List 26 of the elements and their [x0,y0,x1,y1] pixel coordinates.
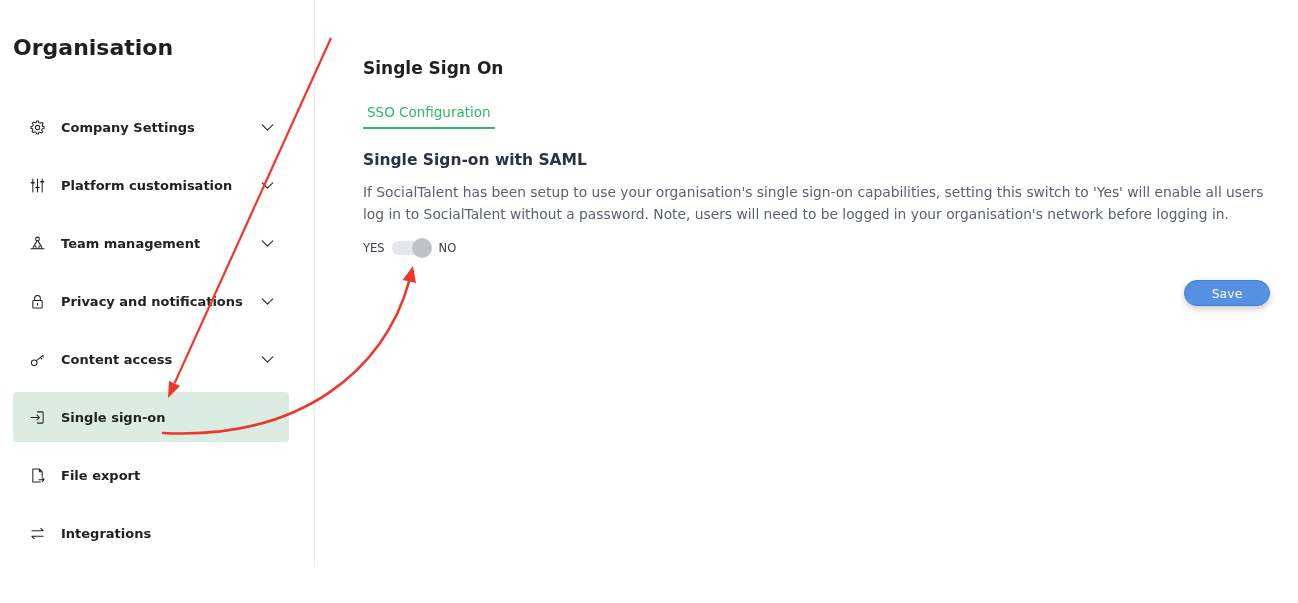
chevron-icon [261,355,274,363]
document-icon [30,467,45,483]
chevron-icon [261,239,274,247]
sidebar-item[interactable]: Team management [13,218,289,268]
sliders-icon [30,177,45,193]
page-title: Single Sign On [363,57,504,79]
sidebar-item[interactable]: Content access [13,334,289,384]
chevron-icon [261,181,274,189]
no-label: NO [438,240,457,257]
swap-arrows-icon [30,525,45,541]
chevron-icon [261,297,274,305]
yes-label: YES [363,240,385,257]
description-text: If SocialTalent has been setup to use your organisation's single sign-on capabilities, setting this switch to 'Yes' will enable all users log in to SocialTalent without a password. Note, users will need to be logged in your organisation's network before logging in. [363,183,1265,224]
sidebar-item[interactable]: File export [13,450,289,500]
sidebar-item[interactable]: Single sign-on [13,392,289,442]
chevron-icon [261,123,274,131]
people-icon [30,235,45,251]
sidebar-title: Organisation [13,34,175,62]
toggle-switch[interactable] [391,238,432,258]
sidebar-item[interactable]: Platform customisation [13,160,289,210]
sidebar-item[interactable]: Integrations [13,508,289,558]
lock-icon [30,293,45,309]
login-icon [30,409,45,425]
sidebar-item[interactable]: Company Settings [13,102,289,152]
section-heading: Single Sign-on with SAML [363,150,587,171]
gear-icon [30,119,45,135]
